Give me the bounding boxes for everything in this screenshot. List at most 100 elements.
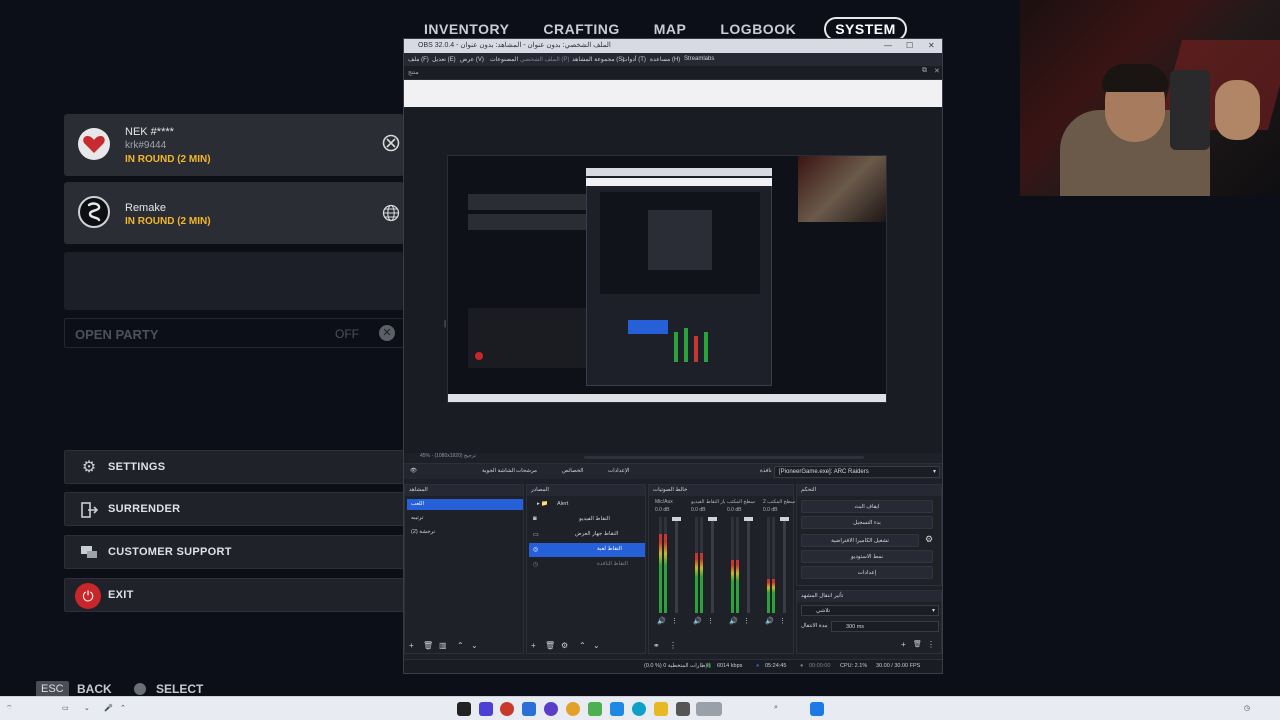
folder-icon[interactable] [654,702,668,716]
microphone-icon[interactable]: 🎤 [104,704,113,712]
speaker-icon[interactable]: 🔊 [729,617,738,625]
kebab-menu-icon[interactable]: ⋮ [707,617,714,625]
menu-file[interactable]: ملف (F) [408,56,429,63]
filters-button[interactable]: مرشحات [516,468,537,474]
search-icon[interactable]: ⌕ [774,704,778,712]
source-item[interactable]: ◙ التقاط الفيديو [529,513,645,527]
chevron-up-icon[interactable]: ⌃ [457,641,464,650]
menu-tools[interactable]: أدوات (T) [622,56,646,63]
select-hint[interactable]: SELECT [156,682,203,696]
tab-crafting[interactable]: CRAFTING [537,18,625,40]
add-icon[interactable]: + [901,640,906,649]
settings-button[interactable]: ⚙ SETTINGS [64,450,404,484]
add-icon[interactable]: + [531,641,536,650]
obs-icon[interactable] [544,702,558,716]
app-thumbnail[interactable] [696,702,722,716]
chevron-down-icon[interactable]: ⌄ [593,641,600,650]
start-recording-button[interactable]: بدء التسجيل [801,516,933,529]
customer-support-button[interactable]: CUSTOMER SUPPORT [64,535,404,569]
volume-slider[interactable] [780,517,789,613]
tab-inventory[interactable]: INVENTORY [418,18,515,40]
empty-party-slot[interactable] [64,252,404,310]
party-member-card[interactable]: NEK #**** krk#9444 IN ROUND (2 MIN) [64,114,404,176]
speaker-icon[interactable]: 🔊 [657,617,666,625]
studio-mode-button[interactable]: نمط الاستوديو [801,550,933,563]
edge-icon[interactable] [632,702,646,716]
settings-tool-button[interactable]: الإعدادات [608,468,630,474]
scene-item[interactable]: نرجشة (2) [407,527,523,538]
menu-profile[interactable]: الملف الشخصي (P) [520,56,569,63]
add-icon[interactable]: + [409,641,414,650]
menu-view[interactable]: عرض (V) [460,56,484,63]
source-item[interactable]: ▭ التقاط جهاز العرض [529,528,645,542]
horizontal-scrollbar[interactable] [584,456,864,459]
float-icon[interactable]: ⧉ [922,67,927,75]
open-party-toggle[interactable]: OPEN PARTY OFF ✕ [64,318,404,348]
close-icon[interactable]: ✕ [928,41,935,50]
resize-handle[interactable]: | [444,319,446,328]
speaker-icon[interactable]: 🔊 [765,617,774,625]
battery-icon[interactable]: ▭ [62,704,69,712]
chevron-up-icon[interactable]: ⌃ [120,704,126,712]
terminal-icon[interactable] [457,702,471,716]
maximize-icon[interactable]: ☐ [906,41,913,50]
chevron-down-icon[interactable]: ⌄ [471,641,478,650]
virtual-camera-button[interactable]: تشغيل الكاميرا الافتراضية [801,534,919,547]
volume-slider-handle[interactable] [744,517,753,521]
transition-type-select[interactable]: تلاشي ▾ [801,605,939,616]
tab-logbook[interactable]: LOGBOOK [714,18,802,40]
source-item[interactable]: ◎ التقاط لعبة [529,543,645,557]
gear-icon[interactable]: ⚙ [561,641,568,650]
settings-control-button[interactable]: إعدادات [801,566,933,579]
trash-icon[interactable]: 🗑 [913,640,922,648]
app-icon[interactable] [479,702,493,716]
volume-slider-handle[interactable] [672,517,681,521]
menu-scene-collection[interactable]: مجموعة المشاهد (S) [572,56,624,63]
kebab-menu-icon[interactable]: ⋮ [779,617,786,625]
capture-source-select[interactable]: [PioneerGame.exe]: ARC Raiders ▾ [774,466,940,478]
kebab-menu-icon[interactable]: ⋮ [671,617,678,625]
app-icon[interactable] [588,702,602,716]
chevron-up-icon[interactable]: ⌃ [579,641,586,650]
trash-icon[interactable]: 🗑 [423,641,433,650]
obs-window[interactable]: OBS 32.0.4 - الملف الشخصي: بدون عنوان - … [403,38,943,674]
app-icon[interactable] [500,702,514,716]
gear-icon[interactable]: ⚙ [925,534,933,545]
menu-docks[interactable]: المصنوعات [490,56,518,63]
volume-slider[interactable] [744,517,753,613]
volume-slider[interactable] [672,517,681,613]
volume-slider[interactable] [708,517,717,613]
kebab-menu-icon[interactable]: ⋮ [743,617,750,625]
filter-icon[interactable]: ▥ [439,641,447,650]
menu-edit[interactable]: تعديل (E) [432,56,456,63]
back-hint[interactable]: BACK [77,682,112,696]
close-icon[interactable]: ✕ [934,67,940,75]
scene-item[interactable]: اللعب [407,499,523,510]
stop-streaming-button[interactable]: ايقاف البث [801,500,933,513]
transition-duration-input[interactable]: 300 ms [831,621,939,632]
close-icon[interactable]: ✕ [379,325,395,341]
menu-help[interactable]: مساعدة (H) [650,56,680,63]
minimize-icon[interactable]: — [884,41,892,50]
app-icon[interactable] [610,702,624,716]
volume-slider-handle[interactable] [780,517,789,521]
stream-preview[interactable] [447,155,887,403]
scene-item[interactable]: ترتيبه [407,513,523,524]
exit-button[interactable]: ⏻ EXIT [64,578,404,612]
trash-icon[interactable]: 🗑 [545,641,555,650]
tab-map[interactable]: MAP [648,18,693,40]
source-item[interactable]: ▸ 📁 Alert [529,498,645,512]
surrender-button[interactable]: SURRENDER [64,492,404,526]
link-icon[interactable]: ⚭ [653,641,660,650]
properties-button[interactable]: الخصائص [562,468,583,474]
speaker-icon[interactable]: 🔊 [693,617,702,625]
chrome-icon[interactable] [566,702,580,716]
kebab-menu-icon[interactable]: ⋮ [669,641,677,650]
notification-icon[interactable]: ⌄ [84,704,90,712]
menu-streamlabs[interactable]: Streamlabs [684,56,714,62]
volume-slider-handle[interactable] [708,517,717,521]
source-item[interactable]: ◷ التقاط النافذة [529,558,645,572]
eye-icon[interactable]: 👁 [410,468,417,474]
wifi-icon[interactable]: ⌔ [6,704,13,713]
party-member-card[interactable]: Remake IN ROUND (2 MIN) [64,182,404,244]
